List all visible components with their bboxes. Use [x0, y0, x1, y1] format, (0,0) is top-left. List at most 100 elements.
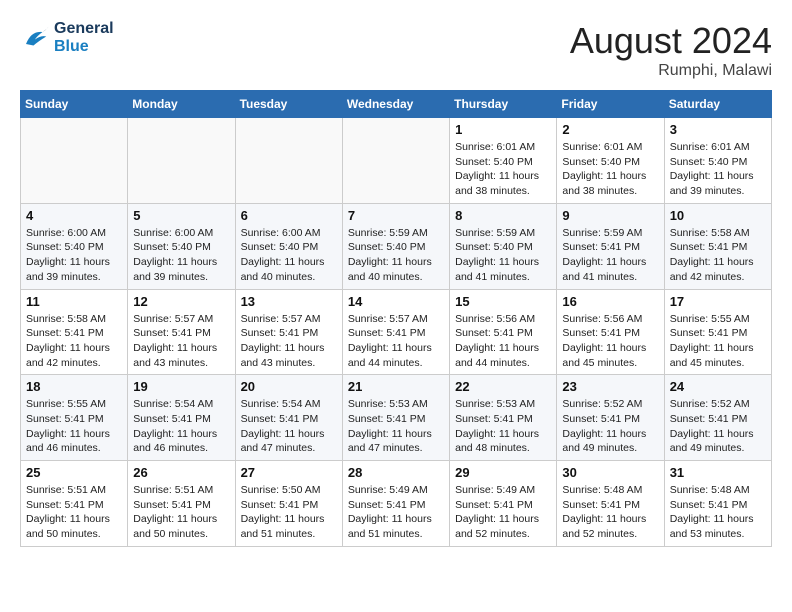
calendar-week-row: 18Sunrise: 5:55 AM Sunset: 5:41 PM Dayli… — [21, 375, 772, 461]
day-info: Sunrise: 5:58 AM Sunset: 5:41 PM Dayligh… — [670, 226, 766, 285]
calendar-week-row: 4 Sunrise: 6:00 AM Sunset: 5:40 PM Daylig… — [21, 203, 772, 289]
days-of-week-row: Sunday Monday Tuesday Wednesday Thursday… — [21, 91, 772, 118]
calendar-cell: 25 Sunrise: 5:51 AM Sunset: 5:41 PM Dayli… — [21, 461, 128, 547]
day-number: 23 — [562, 379, 658, 394]
calendar-cell: 15 Sunrise: 5:56 AM Sunset: 5:41 PM Dayli… — [450, 289, 557, 375]
day-info: Sunrise: 5:49 AM Sunset: 5:41 PM Dayligh… — [455, 483, 551, 542]
calendar-header: Sunday Monday Tuesday Wednesday Thursday… — [21, 91, 772, 118]
col-wednesday: Wednesday — [342, 91, 449, 118]
day-info: Sunrise: 5:48 AM Sunset: 5:41 PM Dayligh… — [562, 483, 658, 542]
day-info: Sunrise: 5:56 AM Sunset: 5:41 PM Dayligh… — [455, 312, 551, 371]
day-number: 8 — [455, 208, 551, 223]
calendar-week-row: 25 Sunrise: 5:51 AM Sunset: 5:41 PM Dayli… — [21, 461, 772, 547]
col-friday: Friday — [557, 91, 664, 118]
calendar-cell: 6 Sunrise: 6:00 AM Sunset: 5:40 PM Daylig… — [235, 203, 342, 289]
calendar-cell: 29 Sunrise: 5:49 AM Sunset: 5:41 PM Dayli… — [450, 461, 557, 547]
calendar-cell: 10 Sunrise: 5:58 AM Sunset: 5:41 PM Dayli… — [664, 203, 771, 289]
day-number: 27 — [241, 465, 337, 480]
day-info: Sunrise: 5:53 AM Sunset: 5:41 PM Dayligh… — [455, 397, 551, 456]
logo: General Blue — [20, 20, 114, 56]
calendar-cell: 16 Sunrise: 5:56 AM Sunset: 5:41 PM Dayli… — [557, 289, 664, 375]
day-number: 16 — [562, 294, 658, 309]
logo-text-line1: General — [54, 20, 114, 38]
calendar-cell: 17Sunrise: 5:55 AM Sunset: 5:41 PM Dayli… — [664, 289, 771, 375]
day-info: Sunrise: 5:50 AM Sunset: 5:41 PM Dayligh… — [241, 483, 337, 542]
calendar-cell: 30 Sunrise: 5:48 AM Sunset: 5:41 PM Dayli… — [557, 461, 664, 547]
calendar-cell: 2 Sunrise: 6:01 AM Sunset: 5:40 PM Daylig… — [557, 118, 664, 204]
calendar-cell: 18Sunrise: 5:55 AM Sunset: 5:41 PM Dayli… — [21, 375, 128, 461]
col-tuesday: Tuesday — [235, 91, 342, 118]
day-number: 25 — [26, 465, 122, 480]
day-number: 31 — [670, 465, 766, 480]
calendar-cell: 13 Sunrise: 5:57 AM Sunset: 5:41 PM Dayli… — [235, 289, 342, 375]
day-number: 30 — [562, 465, 658, 480]
day-info: Sunrise: 5:56 AM Sunset: 5:41 PM Dayligh… — [562, 312, 658, 371]
day-info: Sunrise: 5:49 AM Sunset: 5:41 PM Dayligh… — [348, 483, 444, 542]
day-info: Sunrise: 5:59 AM Sunset: 5:40 PM Dayligh… — [455, 226, 551, 285]
calendar-cell: 21 Sunrise: 5:53 AM Sunset: 5:41 PM Dayli… — [342, 375, 449, 461]
calendar-cell: 22 Sunrise: 5:53 AM Sunset: 5:41 PM Dayli… — [450, 375, 557, 461]
calendar-cell: 23 Sunrise: 5:52 AM Sunset: 5:41 PM Dayli… — [557, 375, 664, 461]
day-number: 7 — [348, 208, 444, 223]
calendar-cell: 8 Sunrise: 5:59 AM Sunset: 5:40 PM Daylig… — [450, 203, 557, 289]
day-info: Sunrise: 6:01 AM Sunset: 5:40 PM Dayligh… — [562, 140, 658, 199]
col-thursday: Thursday — [450, 91, 557, 118]
calendar-table: Sunday Monday Tuesday Wednesday Thursday… — [20, 90, 772, 547]
day-info: Sunrise: 6:00 AM Sunset: 5:40 PM Dayligh… — [241, 226, 337, 285]
day-info: Sunrise: 5:58 AM Sunset: 5:41 PM Dayligh… — [26, 312, 122, 371]
calendar-cell: 3Sunrise: 6:01 AM Sunset: 5:40 PM Daylig… — [664, 118, 771, 204]
col-saturday: Saturday — [664, 91, 771, 118]
calendar-cell: 5 Sunrise: 6:00 AM Sunset: 5:40 PM Daylig… — [128, 203, 235, 289]
calendar-cell: 14 Sunrise: 5:57 AM Sunset: 5:41 PM Dayli… — [342, 289, 449, 375]
day-number: 13 — [241, 294, 337, 309]
day-number: 15 — [455, 294, 551, 309]
day-number: 29 — [455, 465, 551, 480]
calendar-cell: 31 Sunrise: 5:48 AM Sunset: 5:41 PM Dayli… — [664, 461, 771, 547]
title-block: August 2024 Rumphi, Malawi — [570, 20, 772, 80]
logo-icon — [20, 23, 50, 53]
day-number: 5 — [133, 208, 229, 223]
calendar-week-row: 11 Sunrise: 5:58 AM Sunset: 5:41 PM Dayli… — [21, 289, 772, 375]
day-number: 21 — [348, 379, 444, 394]
calendar-cell — [342, 118, 449, 204]
day-number: 26 — [133, 465, 229, 480]
day-number: 6 — [241, 208, 337, 223]
calendar-cell: 7 Sunrise: 5:59 AM Sunset: 5:40 PM Daylig… — [342, 203, 449, 289]
day-number: 11 — [26, 294, 122, 309]
page-header: General Blue August 2024 Rumphi, Malawi — [20, 20, 772, 80]
calendar-cell: 9 Sunrise: 5:59 AM Sunset: 5:41 PM Daylig… — [557, 203, 664, 289]
day-info: Sunrise: 5:57 AM Sunset: 5:41 PM Dayligh… — [133, 312, 229, 371]
day-info: Sunrise: 5:59 AM Sunset: 5:41 PM Dayligh… — [562, 226, 658, 285]
calendar-cell: 11 Sunrise: 5:58 AM Sunset: 5:41 PM Dayli… — [21, 289, 128, 375]
day-number: 10 — [670, 208, 766, 223]
day-number: 4 — [26, 208, 122, 223]
day-info: Sunrise: 5:59 AM Sunset: 5:40 PM Dayligh… — [348, 226, 444, 285]
calendar-cell: 12Sunrise: 5:57 AM Sunset: 5:41 PM Dayli… — [128, 289, 235, 375]
day-info: Sunrise: 6:01 AM Sunset: 5:40 PM Dayligh… — [455, 140, 551, 199]
day-info: Sunrise: 5:54 AM Sunset: 5:41 PM Dayligh… — [133, 397, 229, 456]
day-info: Sunrise: 5:52 AM Sunset: 5:41 PM Dayligh… — [562, 397, 658, 456]
day-info: Sunrise: 6:00 AM Sunset: 5:40 PM Dayligh… — [133, 226, 229, 285]
day-number: 2 — [562, 122, 658, 137]
day-info: Sunrise: 5:57 AM Sunset: 5:41 PM Dayligh… — [241, 312, 337, 371]
calendar-cell — [128, 118, 235, 204]
calendar-cell: 19Sunrise: 5:54 AM Sunset: 5:41 PM Dayli… — [128, 375, 235, 461]
calendar-cell — [21, 118, 128, 204]
calendar-cell: 4 Sunrise: 6:00 AM Sunset: 5:40 PM Daylig… — [21, 203, 128, 289]
day-info: Sunrise: 5:53 AM Sunset: 5:41 PM Dayligh… — [348, 397, 444, 456]
calendar-cell — [235, 118, 342, 204]
day-number: 9 — [562, 208, 658, 223]
day-info: Sunrise: 5:51 AM Sunset: 5:41 PM Dayligh… — [133, 483, 229, 542]
day-number: 22 — [455, 379, 551, 394]
day-info: Sunrise: 5:48 AM Sunset: 5:41 PM Dayligh… — [670, 483, 766, 542]
calendar-cell: 24Sunrise: 5:52 AM Sunset: 5:41 PM Dayli… — [664, 375, 771, 461]
calendar-cell: 1Sunrise: 6:01 AM Sunset: 5:40 PM Daylig… — [450, 118, 557, 204]
day-info: Sunrise: 6:00 AM Sunset: 5:40 PM Dayligh… — [26, 226, 122, 285]
day-number: 14 — [348, 294, 444, 309]
day-info: Sunrise: 5:57 AM Sunset: 5:41 PM Dayligh… — [348, 312, 444, 371]
calendar-cell: 26 Sunrise: 5:51 AM Sunset: 5:41 PM Dayli… — [128, 461, 235, 547]
day-info: Sunrise: 5:51 AM Sunset: 5:41 PM Dayligh… — [26, 483, 122, 542]
day-info: Sunrise: 6:01 AM Sunset: 5:40 PM Dayligh… — [670, 140, 766, 199]
col-monday: Monday — [128, 91, 235, 118]
calendar-week-row: 1Sunrise: 6:01 AM Sunset: 5:40 PM Daylig… — [21, 118, 772, 204]
